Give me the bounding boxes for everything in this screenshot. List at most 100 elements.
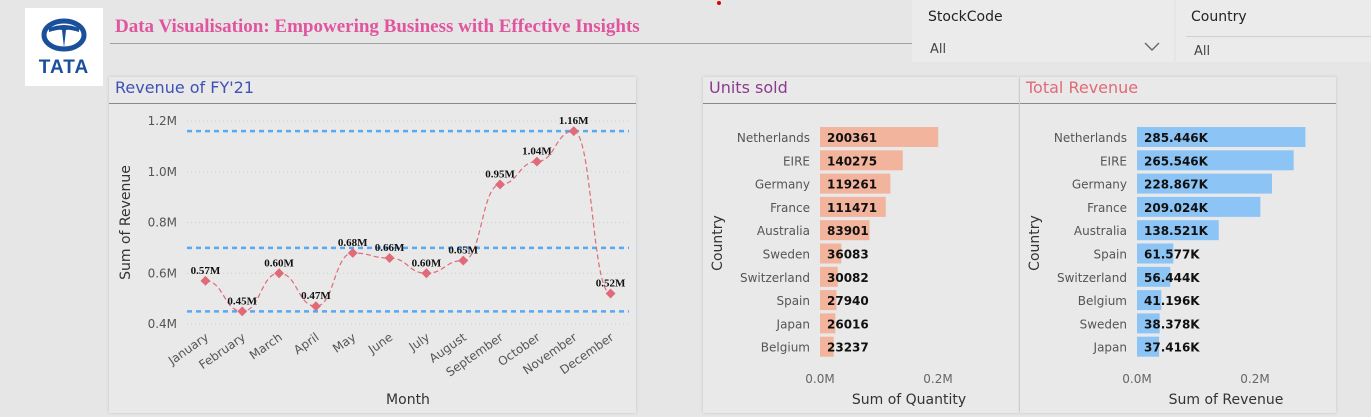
y-tick-label: 0.4M [148, 317, 177, 331]
data-point [200, 275, 211, 286]
y-axis-title: Country [710, 215, 726, 271]
chevron-down-icon[interactable] [1144, 42, 1160, 52]
data-point [531, 156, 542, 167]
revenue-series-line [205, 130, 611, 312]
x-tick-label: May [330, 330, 358, 356]
data-label: 0.60M [264, 257, 294, 269]
category-label: Sweden [763, 248, 810, 262]
data-label: 0.45M [227, 295, 257, 307]
y-axis-title: Country [1027, 215, 1043, 271]
category-label: Sweden [1080, 317, 1127, 331]
revenue-line-chart: 0.4M 0.6M 0.8M 1.0M 1.2M 0.57M 0.45M 0.60M 0.47M… [118, 114, 629, 408]
data-label: 30082 [827, 271, 869, 285]
x-tick-label: June [365, 330, 395, 357]
data-point [237, 306, 248, 317]
total-revenue-panel: Total Revenue Netherlands 285.446K EIRE 265… [1020, 77, 1336, 413]
category-label: EIRE [783, 154, 810, 168]
data-label: 0.52M [596, 278, 626, 290]
category-label: Australia [757, 224, 810, 238]
data-point [274, 268, 285, 279]
category-label: Switzerland [1057, 271, 1127, 285]
x-tick-label: April [291, 330, 322, 357]
indicator-dot [717, 1, 721, 5]
logo-text: TATA [38, 57, 90, 78]
category-label: Japan [1093, 341, 1127, 355]
total-revenue-bar-chart: Netherlands 285.446K EIRE 265.546K Germany 22… [1027, 127, 1306, 408]
data-label: 265.546K [1144, 154, 1209, 168]
data-label: 61.577K [1144, 248, 1200, 262]
units-panel: Units sold Netherlands 200361 EIRE 140275 Ge… [703, 77, 1019, 413]
data-label: 140275 [827, 154, 877, 168]
data-label: 36083 [827, 248, 869, 262]
country-slicer-divider [1186, 36, 1371, 37]
stockcode-slicer[interactable]: StockCode All [912, 0, 1174, 62]
category-label: France [770, 201, 810, 215]
data-label: 56.444K [1144, 271, 1200, 285]
data-point [568, 126, 579, 137]
data-label: 23237 [827, 341, 869, 355]
category-label: EIRE [1100, 154, 1127, 168]
y-axis-title: Sum of Revenue [118, 165, 134, 280]
data-label: 41.196K [1144, 294, 1200, 308]
category-label: France [1087, 201, 1127, 215]
x-axis-title: Sum of Revenue [1169, 392, 1284, 408]
category-label: Belgium [761, 341, 810, 355]
country-slicer[interactable]: Country All [1176, 0, 1371, 62]
data-label: 119261 [827, 178, 877, 192]
category-label: Germany [755, 178, 810, 192]
category-label: Switzerland [740, 271, 810, 285]
data-point [605, 288, 616, 299]
y-tick-label: 0.6M [148, 266, 177, 280]
data-label: 38.378K [1144, 317, 1200, 331]
data-label: 0.65M [448, 245, 478, 257]
x-tick-label: July [406, 330, 433, 354]
category-label: Spain [1093, 248, 1127, 262]
tata-emblem-icon [41, 18, 87, 52]
x-tick-label: 0.2M [923, 372, 952, 386]
data-label: 1.16M [559, 115, 589, 127]
data-point [421, 268, 432, 279]
data-point [347, 248, 358, 258]
x-tick-label: March [247, 330, 285, 362]
data-label: 0.57M [191, 265, 221, 277]
data-label: 200361 [827, 131, 877, 145]
tata-logo: TATA [25, 8, 103, 86]
revenue-panel: Revenue of FY'21 0.4M 0.6M 0.8M 1.0M 1.2M 0.5… [109, 77, 636, 413]
x-axis-title: Month [386, 392, 430, 408]
data-label: 0.60M [412, 257, 442, 269]
data-label: 111471 [827, 201, 877, 215]
data-label: 26016 [827, 317, 869, 331]
category-label: Australia [1074, 224, 1127, 238]
title-divider [110, 43, 920, 44]
category-label: Netherlands [737, 131, 810, 145]
data-point [310, 301, 321, 312]
data-label: 1.04M [522, 146, 552, 158]
y-tick-label: 0.8M [148, 216, 177, 230]
y-tick-label: 1.2M [148, 114, 177, 128]
country-slicer-title: Country [1191, 9, 1247, 25]
x-axis-title: Sum of Quantity [852, 392, 966, 408]
data-label: 0.68M [338, 237, 368, 249]
page-title: Data Visualisation: Empowering Business … [115, 16, 640, 37]
category-label: Germany [1072, 178, 1127, 192]
data-label: 138.521K [1144, 224, 1209, 238]
category-label: Japan [776, 317, 810, 331]
data-label: 0.47M [301, 290, 331, 302]
country-slicer-value[interactable]: All [1194, 44, 1210, 59]
data-point [384, 253, 395, 263]
category-label: Netherlands [1054, 131, 1127, 145]
stockcode-slicer-title: StockCode [928, 9, 1003, 25]
data-label: 0.66M [375, 242, 405, 254]
data-label: 0.95M [485, 168, 515, 180]
x-tick-label: 0.0M [1122, 372, 1151, 386]
x-tick-label: 0.0M [805, 372, 834, 386]
category-label: Belgium [1078, 294, 1127, 308]
data-label: 27940 [827, 294, 869, 308]
category-label: Spain [776, 294, 810, 308]
data-point [458, 255, 469, 266]
data-label: 37.416K [1144, 341, 1200, 355]
x-tick-label: 0.2M [1240, 372, 1269, 386]
units-bar-chart: Netherlands 200361 EIRE 140275 Germany 119261… [710, 127, 966, 408]
stockcode-slicer-value[interactable]: All [930, 42, 946, 57]
data-label: 209.024K [1144, 201, 1209, 215]
